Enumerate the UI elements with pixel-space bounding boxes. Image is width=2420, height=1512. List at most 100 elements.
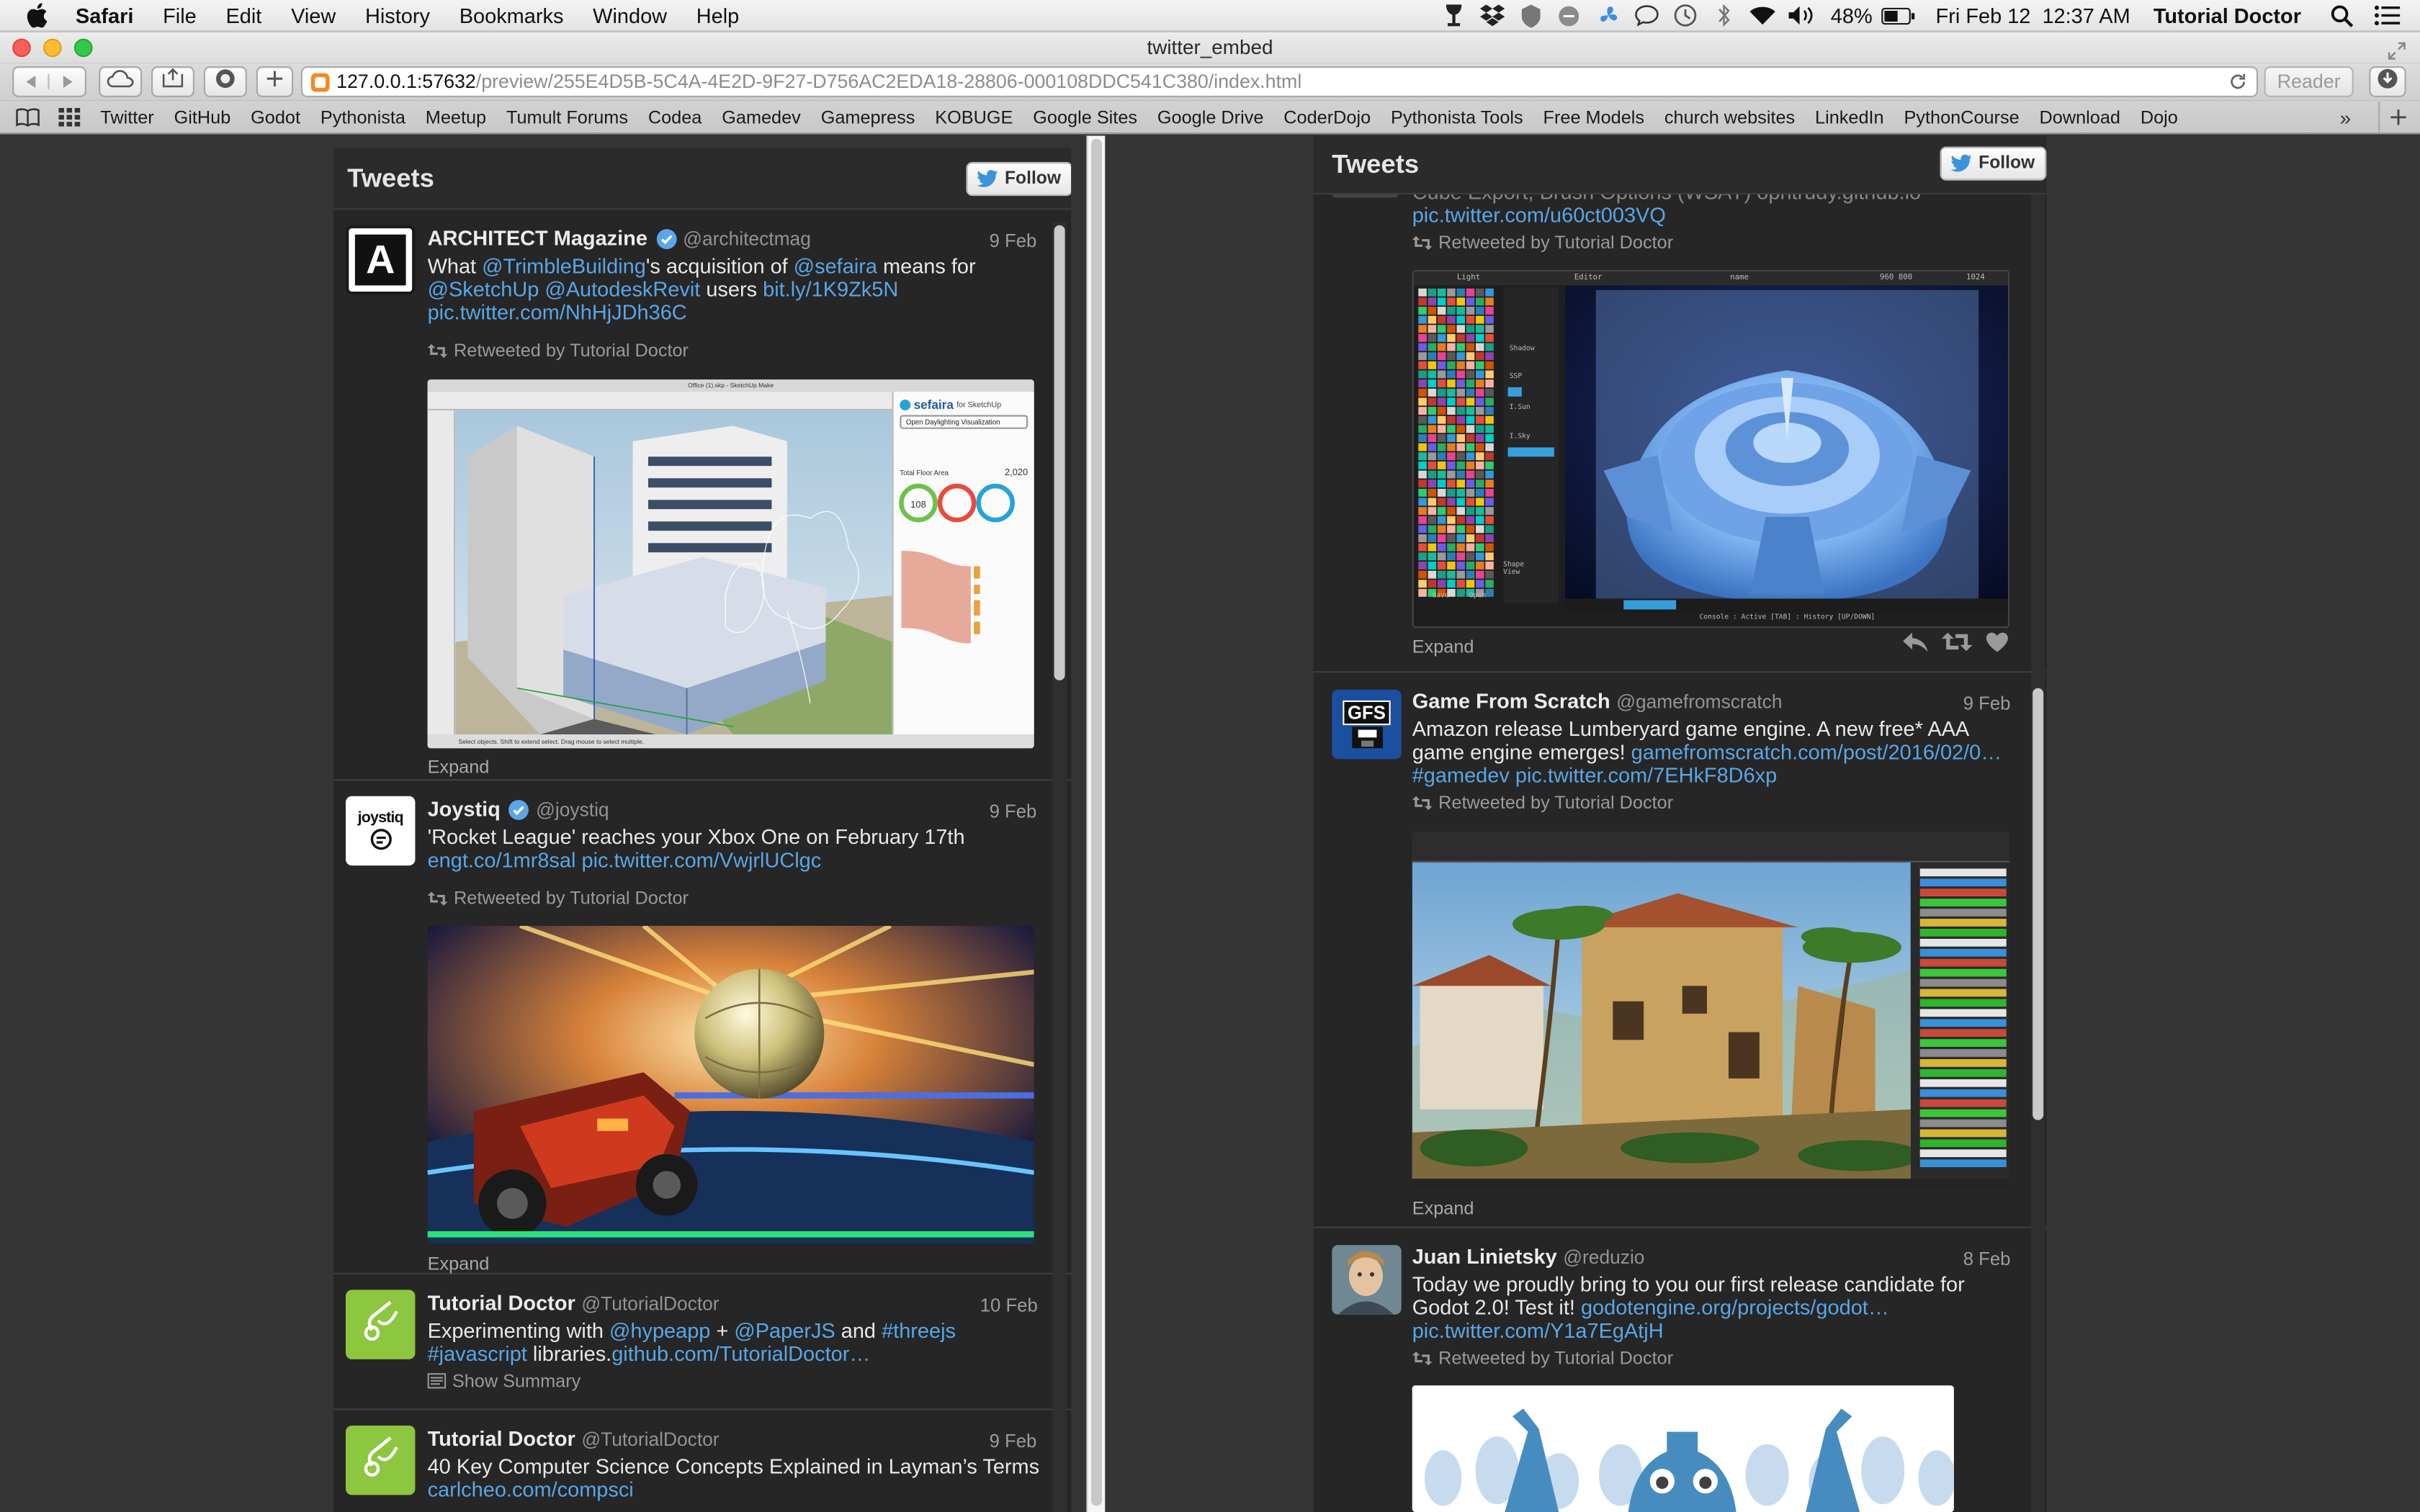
tweet-media-lumberyard[interactable] — [1412, 832, 2009, 1190]
layer-row[interactable] — [1919, 888, 2007, 896]
palette-swatch[interactable] — [1485, 325, 1494, 333]
palette-swatch[interactable] — [1456, 315, 1465, 324]
palette-swatch[interactable] — [1456, 333, 1465, 342]
palette-swatch[interactable] — [1428, 352, 1437, 361]
pic-link[interactable]: pic.twitter.com/7EHkF8D6xp — [1515, 764, 1777, 787]
layer-row[interactable] — [1919, 1029, 2007, 1037]
layer-row[interactable] — [1919, 1049, 2007, 1057]
palette-swatch[interactable] — [1428, 562, 1437, 570]
palette-swatch[interactable] — [1456, 325, 1465, 333]
palette-swatch[interactable] — [1437, 361, 1446, 369]
palette-swatch[interactable] — [1485, 352, 1494, 361]
palette-swatch[interactable] — [1466, 461, 1475, 469]
retweet-action-icon[interactable] — [1941, 631, 1973, 660]
palette-swatch[interactable] — [1476, 433, 1484, 442]
daylight-button[interactable]: Open Daylighting Visualization — [900, 415, 1028, 429]
palette-swatch[interactable] — [1447, 343, 1456, 351]
palette-swatch[interactable] — [1476, 297, 1484, 306]
palette-swatch[interactable] — [1447, 397, 1456, 406]
palette-swatch[interactable] — [1428, 307, 1437, 315]
layer-row[interactable] — [1919, 978, 2007, 987]
palette-swatch[interactable] — [1447, 352, 1456, 361]
palette-swatch[interactable] — [1428, 480, 1437, 488]
layer-row[interactable] — [1919, 878, 2007, 887]
palette-swatch[interactable] — [1447, 562, 1456, 570]
address-bar[interactable]: 127.0.0.1:57632/preview/255E4D5B-5C4A-4E… — [300, 66, 2258, 97]
palette-swatch[interactable] — [1447, 498, 1456, 506]
layer-row[interactable] — [1919, 868, 2007, 877]
pic-link-text[interactable]: pic.twitter.com/u60ct003VQ — [1412, 204, 1666, 227]
layer-row[interactable] — [1919, 1019, 2007, 1027]
palette-swatch[interactable] — [1447, 307, 1456, 315]
pic-link[interactable]: pic.twitter.com/VwjrlUClgc — [581, 849, 821, 872]
palette-swatch[interactable] — [1456, 488, 1465, 497]
reply-icon[interactable] — [1901, 631, 1930, 660]
downloads-button[interactable] — [2369, 66, 2406, 97]
palette-swatch[interactable] — [1447, 425, 1456, 433]
voxel-ssp-label[interactable]: SSP — [1510, 374, 1522, 382]
palette-swatch[interactable] — [1437, 543, 1446, 552]
spotlight-search-icon[interactable] — [2325, 3, 2359, 27]
tweet-media-sketchup[interactable]: Office (1).skp - SketchUp Make sefaira f… — [427, 379, 1034, 749]
bookmark-google-sites[interactable]: Google Sites — [1033, 106, 1137, 127]
palette-swatch[interactable] — [1456, 379, 1465, 388]
tweet-date[interactable]: 10 Feb — [980, 1295, 1038, 1316]
palette-swatch[interactable] — [1447, 488, 1456, 497]
palette-swatch[interactable] — [1476, 307, 1484, 315]
palette-swatch[interactable] — [1428, 507, 1437, 516]
palette-swatch[interactable] — [1428, 580, 1437, 588]
palette-swatch[interactable] — [1428, 534, 1437, 542]
palette-swatch[interactable] — [1428, 516, 1437, 524]
palette-swatch[interactable] — [1485, 443, 1494, 451]
left-follow-button[interactable]: Follow — [966, 162, 1072, 197]
palette-swatch[interactable] — [1418, 370, 1427, 379]
voxel-shape-label[interactable]: Shape — [1503, 562, 1524, 570]
palette-swatch[interactable] — [1485, 498, 1494, 506]
palette-swatch[interactable] — [1476, 525, 1484, 534]
url-link[interactable]: godotengine.org/projects/godot… — [1581, 1296, 1889, 1319]
palette-swatch[interactable] — [1418, 407, 1427, 415]
palette-swatch[interactable] — [1476, 352, 1484, 361]
author-name[interactable]: ARCHITECT Magazine — [428, 227, 647, 250]
palette-swatch[interactable] — [1466, 552, 1475, 561]
layer-row[interactable] — [1919, 1119, 2007, 1128]
time-machine-icon[interactable] — [1668, 3, 1702, 27]
palette-swatch[interactable] — [1428, 498, 1437, 506]
author-handle[interactable]: @architectmag — [683, 228, 811, 249]
menu-bookmarks[interactable]: Bookmarks — [460, 4, 564, 27]
wine-glass-icon[interactable] — [1436, 3, 1470, 27]
voxel-save-button[interactable]: Save — [1433, 593, 1449, 600]
palette-swatch[interactable] — [1437, 343, 1446, 351]
palette-swatch[interactable] — [1456, 480, 1465, 488]
palette-swatch[interactable] — [1418, 525, 1427, 534]
palette-swatch[interactable] — [1466, 288, 1475, 297]
palette-swatch[interactable] — [1485, 580, 1494, 588]
bookmark-pythoncourse[interactable]: PythonCourse — [1904, 106, 2019, 127]
palette-swatch[interactable] — [1418, 470, 1427, 479]
palette-swatch[interactable] — [1476, 397, 1484, 406]
palette-swatch[interactable] — [1485, 425, 1494, 433]
palette-swatch[interactable] — [1466, 498, 1475, 506]
palette-swatch[interactable] — [1418, 516, 1427, 524]
palette-swatch[interactable] — [1418, 397, 1427, 406]
palette-swatch[interactable] — [1428, 425, 1437, 433]
palette-swatch[interactable] — [1437, 352, 1446, 361]
palette-swatch[interactable] — [1447, 470, 1456, 479]
palette-swatch[interactable] — [1456, 343, 1465, 351]
expand-link[interactable]: Expand — [428, 756, 490, 778]
palette-swatch[interactable] — [1428, 297, 1437, 306]
author-handle[interactable]: @reduzio — [1563, 1246, 1644, 1267]
palette-swatch[interactable] — [1485, 452, 1494, 461]
palette-swatch[interactable] — [1456, 580, 1465, 588]
layer-row[interactable] — [1919, 1109, 2007, 1117]
palette-swatch[interactable] — [1466, 470, 1475, 479]
palette-swatch[interactable] — [1485, 361, 1494, 369]
palette-swatch[interactable] — [1476, 388, 1484, 397]
tweet-date[interactable]: 9 Feb — [990, 1430, 1037, 1452]
layer-row[interactable] — [1919, 899, 2007, 906]
palette-swatch[interactable] — [1466, 407, 1475, 415]
palette-swatch[interactable] — [1418, 333, 1427, 342]
palette-swatch[interactable] — [1437, 433, 1446, 442]
bookmark-gamepress[interactable]: Gamepress — [821, 106, 915, 127]
palette-swatch[interactable] — [1447, 543, 1456, 552]
